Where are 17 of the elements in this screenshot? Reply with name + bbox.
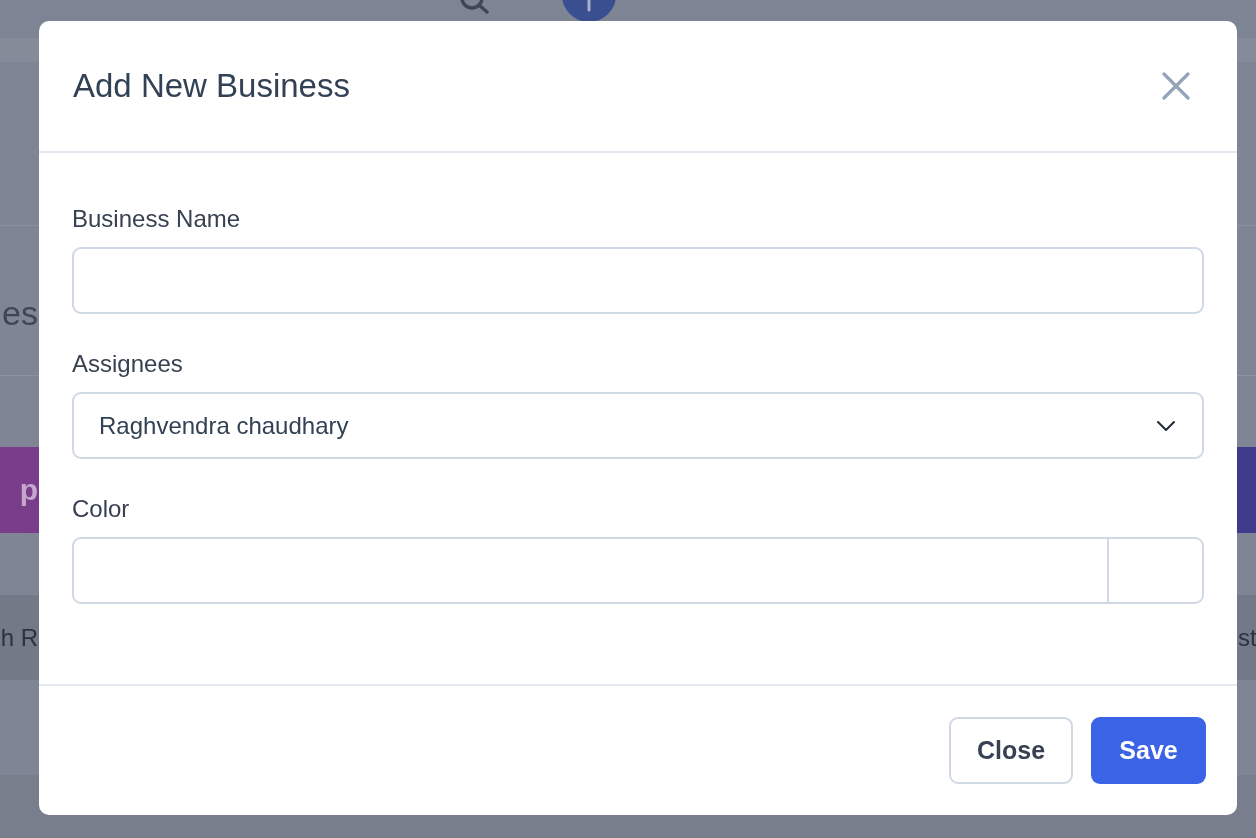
field-label: Business Name <box>72 205 242 233</box>
save-button[interactable]: Save <box>1091 717 1206 784</box>
close-icon[interactable] <box>1162 72 1190 100</box>
chevron-down-icon <box>1156 419 1176 432</box>
page-heading: es <box>1 294 38 333</box>
search-icon[interactable] <box>460 0 490 14</box>
close-button[interactable]: Close <box>949 717 1073 784</box>
field-label: Assignees <box>72 350 184 378</box>
field-label: Color <box>72 495 131 523</box>
input-field[interactable] <box>72 247 1204 314</box>
table-cell: st <box>1238 623 1256 652</box>
color-input-field[interactable] <box>72 537 1109 604</box>
dialog-title: Add New Business <box>73 67 350 105</box>
table-cell: h R <box>0 623 38 652</box>
color-swatch[interactable] <box>1109 537 1204 604</box>
select-field[interactable]: Raghvendra chaudhary <box>72 392 1204 459</box>
banner-text: p <box>18 473 38 507</box>
